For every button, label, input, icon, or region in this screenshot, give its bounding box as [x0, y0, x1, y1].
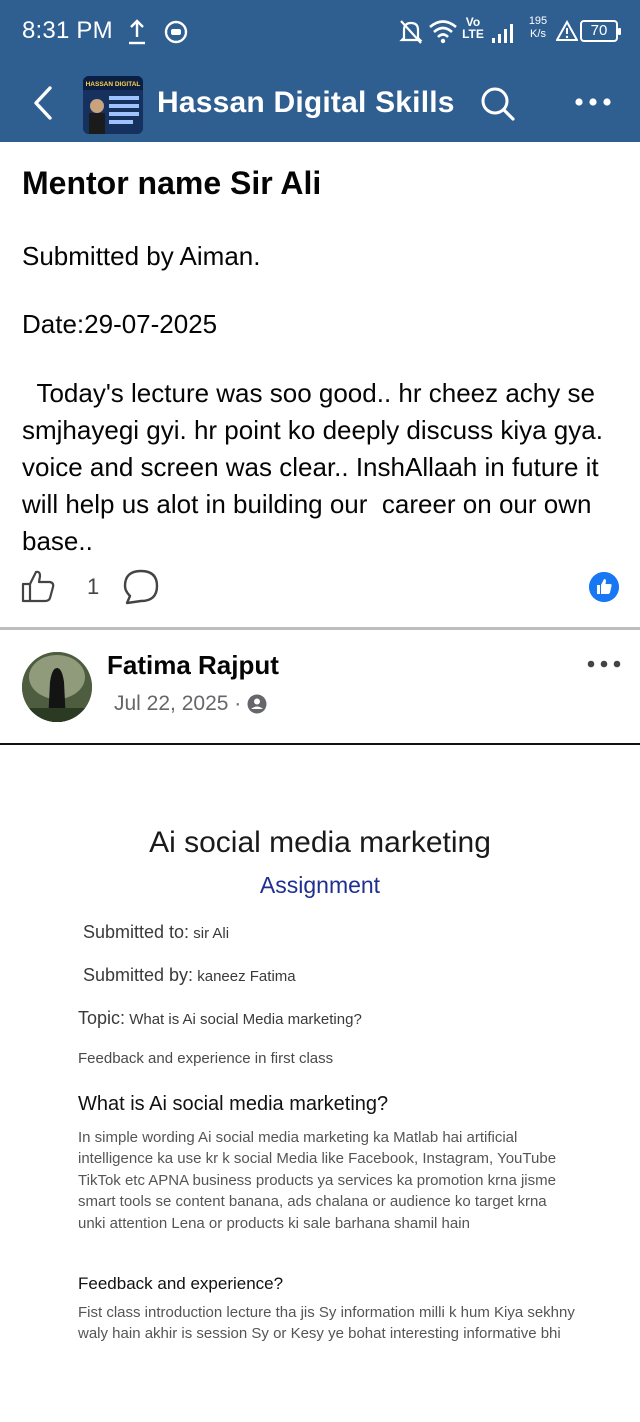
comment-icon[interactable] — [122, 568, 160, 606]
network-speed: 195 K/s — [528, 15, 548, 40]
author-avatar[interactable] — [22, 652, 92, 722]
group-audience-icon — [247, 694, 267, 714]
battery-indicator: 70 — [580, 20, 621, 42]
app-notification-icon — [164, 20, 188, 44]
post-actions: 1 — [0, 566, 640, 610]
assignment-document-image[interactable]: Ai social media marketing Assignment Sub… — [0, 745, 640, 1422]
post-divider — [0, 627, 640, 630]
like-reaction-icon[interactable] — [589, 572, 619, 602]
warning-icon — [556, 20, 578, 41]
group-avatar-image: HASSAN DIGITAL — [83, 76, 143, 134]
post-mentor-line: Mentor name Sir Ali — [22, 165, 322, 201]
like-count: 1 — [87, 574, 100, 599]
author-name[interactable]: Fatima Rajput — [107, 650, 279, 681]
svg-text:HASSAN DIGITAL: HASSAN DIGITAL — [86, 81, 141, 88]
group-name[interactable]: Hassan Digital Skills — [157, 86, 455, 120]
post-submitted-by: Submitted by Aiman. — [22, 241, 261, 271]
document-heading-what: What is Ai social media marketing? — [78, 1093, 389, 1115]
network-type: Vo LTE — [462, 15, 484, 41]
back-arrow-icon[interactable] — [28, 84, 56, 122]
post-timestamp[interactable]: Jul 22, 2025 · — [114, 692, 241, 716]
document-paragraph-what: In simple wording Ai social media market… — [78, 1129, 557, 1232]
document-title: Ai social media marketing — [149, 826, 491, 859]
document-heading-feedback: Feedback and experience? — [78, 1274, 284, 1293]
mute-icon — [399, 20, 423, 44]
post-date-line: Date:29-07-2025 — [22, 309, 218, 339]
author-avatar-image — [22, 652, 92, 722]
document-submitted-to: Submitted to: sir Ali — [83, 922, 230, 942]
document-topic: Topic: What is Ai social Media marketing… — [78, 1008, 362, 1028]
upload-icon — [129, 19, 145, 45]
group-avatar[interactable]: HASSAN DIGITAL — [83, 76, 143, 134]
document-paragraph-feedback: Fist class introduction lecture tha jis … — [78, 1304, 575, 1343]
post-more-options-icon[interactable] — [586, 657, 622, 671]
signal-icon — [492, 24, 513, 43]
post-body-text: Today's lecture was soo good.. hr cheez … — [22, 378, 611, 556]
document-subtitle: Assignment — [259, 872, 381, 898]
thumbs-up-icon — [21, 570, 55, 603]
status-bar: 8:31 PM Vo LTE 195 K/s 70 — [0, 0, 640, 64]
search-icon[interactable] — [478, 84, 516, 122]
more-options-icon[interactable] — [574, 92, 612, 112]
like-button[interactable]: 1 — [20, 566, 99, 608]
status-time: 8:31 PM — [22, 17, 113, 44]
document-submitted-by: Submitted by: kaneez Fatima — [83, 965, 296, 985]
wifi-icon — [429, 20, 457, 44]
document-feedback-line: Feedback and experience in first class — [78, 1050, 334, 1067]
group-header: HASSAN DIGITAL Hassan Digital Skills — [0, 64, 640, 142]
